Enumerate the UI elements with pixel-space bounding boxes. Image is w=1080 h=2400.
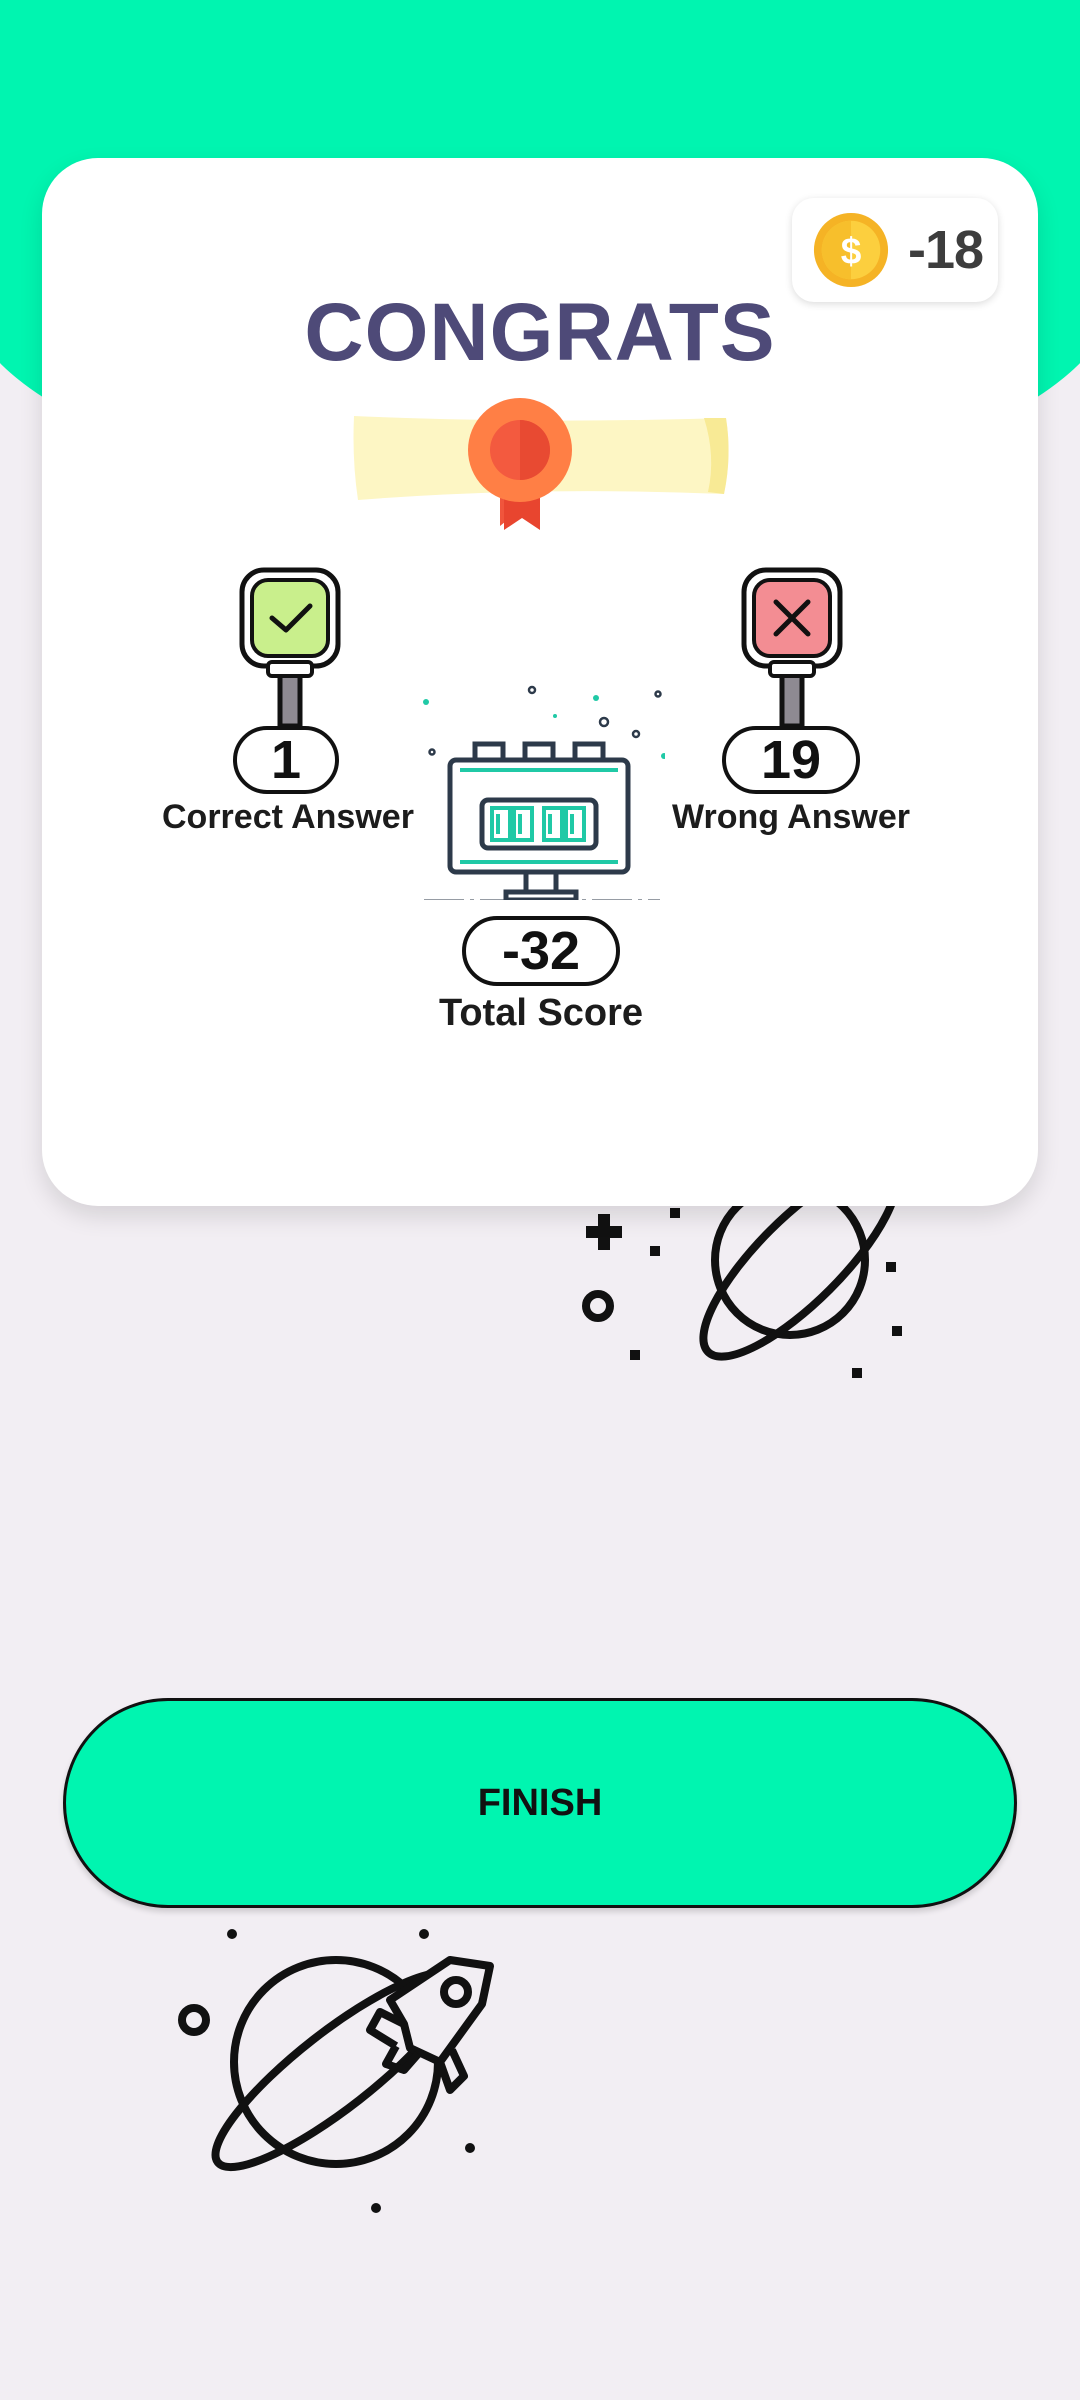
total-score-value: -32 (462, 916, 620, 986)
result-card: $ -18 CONGRATS 1 Correct Answer 19 Wrong… (42, 158, 1038, 1206)
wrong-label: Wrong Answer (671, 798, 911, 836)
planet-doodle-icon (582, 1200, 902, 1378)
cross-sign-icon (741, 567, 843, 729)
correct-count: 1 (233, 726, 339, 794)
scoreboard-icon (423, 685, 665, 900)
coin-value: -18 (908, 220, 984, 280)
planet-rocket-doodle-icon (178, 1929, 494, 2213)
finish-button[interactable]: FINISH (63, 1698, 1017, 1908)
diploma-ribbon-icon (353, 398, 729, 530)
wrong-count: 19 (722, 726, 860, 794)
congrats-title: CONGRATS (304, 287, 776, 378)
coin-dollar-icon: $ (813, 212, 889, 288)
svg-text:$: $ (841, 230, 862, 272)
check-sign-icon (239, 567, 341, 729)
correct-label: Correct Answer (162, 798, 414, 836)
total-score-label: Total Score (438, 992, 644, 1034)
